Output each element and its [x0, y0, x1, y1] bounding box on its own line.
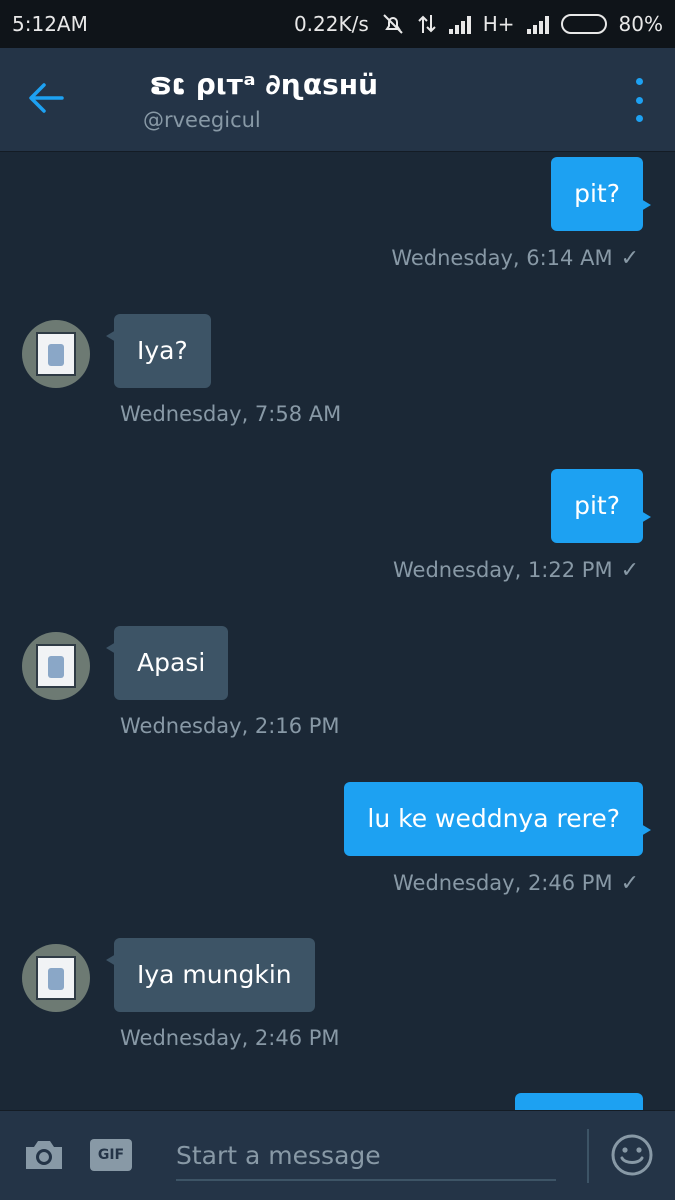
more-vertical-icon	[635, 78, 643, 85]
more-options-button[interactable]	[627, 78, 651, 122]
read-check-icon: ✓	[620, 246, 639, 271]
net-speed: 0.22K/s	[293, 12, 369, 36]
message-bubble-incoming[interactable]: Iya mungkin	[106, 938, 315, 1012]
gif-button[interactable]: GIF	[90, 1139, 132, 1171]
conversation-title[interactable]: ຣເ ριтᵃ ∂ɳαѕнü	[150, 68, 378, 101]
avatar[interactable]	[22, 632, 90, 700]
status-time: 5:12AM	[12, 12, 88, 36]
message-timestamp: Wednesday, 7:58 AM	[120, 402, 342, 426]
message-bubble-outgoing[interactable]: lu ke weddnya rere?	[344, 782, 651, 856]
composer-divider	[587, 1129, 589, 1183]
conversation-handle[interactable]: @rveegicul	[143, 108, 261, 132]
battery-percent: 80%	[618, 12, 663, 36]
avatar[interactable]	[22, 320, 90, 388]
message-meta: Wednesday, 2:46 PM ✓	[393, 871, 639, 896]
back-button[interactable]	[22, 76, 70, 120]
conversation-header: ຣເ ριтᵃ ∂ɳαѕнü @rveegicul	[0, 48, 675, 152]
read-check-icon: ✓	[620, 871, 639, 896]
read-check-icon: ✓	[620, 558, 639, 583]
message-composer: GIF	[0, 1110, 675, 1200]
message-timestamp: Wednesday, 6:14 AM	[391, 246, 613, 270]
message-input[interactable]	[176, 1131, 556, 1181]
signal-icon	[526, 14, 549, 34]
status-indicators: 0.22K/s H+ 80%	[294, 12, 663, 36]
message-bubble-incoming[interactable]: Iya?	[106, 314, 211, 388]
camera-icon[interactable]	[22, 1137, 66, 1173]
message-bubble-incoming[interactable]: Apasi	[105, 626, 229, 700]
battery-icon	[560, 14, 607, 34]
data-arrows-icon	[418, 15, 436, 33]
message-bubble-outgoing[interactable]: pit?	[551, 157, 651, 231]
smiley-icon[interactable]	[610, 1133, 654, 1177]
message-timestamp: Wednesday, 2:46 PM	[393, 871, 613, 895]
network-type: H+	[482, 12, 515, 36]
avatar[interactable]	[22, 944, 90, 1012]
message-timestamp: Wednesday, 1:22 PM	[393, 558, 613, 582]
message-meta: Wednesday, 6:14 AM ✓	[391, 246, 639, 271]
signal-icon	[448, 14, 471, 34]
bell-off-icon	[383, 14, 403, 34]
status-bar: 5:12AM 0.22K/s H+ 80%	[0, 0, 675, 48]
message-timestamp: Wednesday, 2:46 PM	[120, 1026, 340, 1050]
message-timestamp: Wednesday, 2:16 PM	[120, 714, 340, 738]
message-meta: Wednesday, 1:22 PM ✓	[393, 558, 639, 583]
message-bubble-outgoing[interactable]: pit?	[551, 469, 651, 543]
arrow-left-icon	[29, 83, 64, 113]
